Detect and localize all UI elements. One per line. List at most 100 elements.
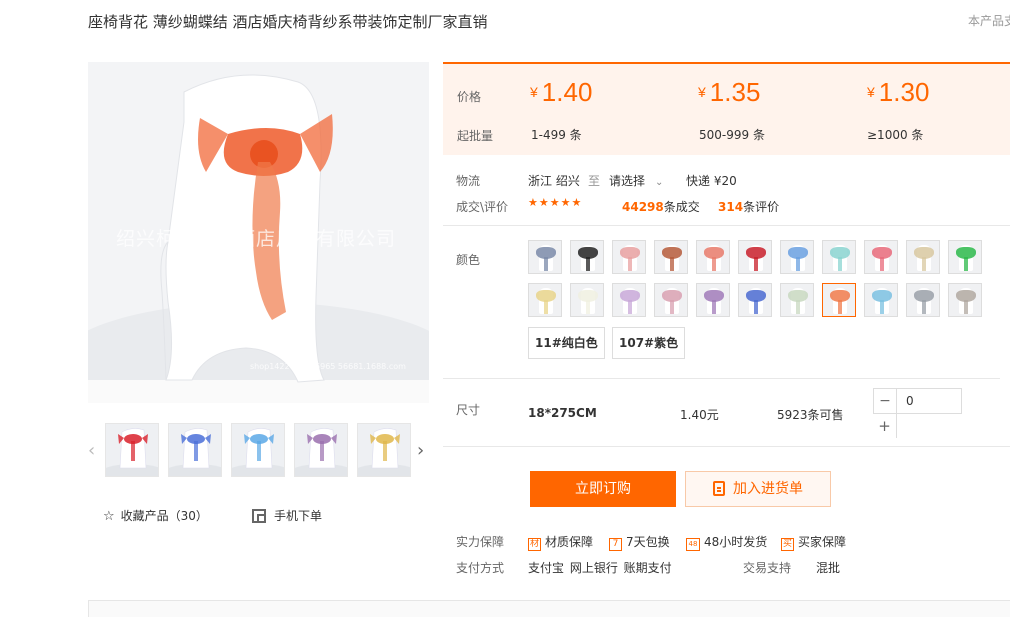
color-swatch[interactable] (864, 240, 898, 274)
color-swatch[interactable] (528, 240, 562, 274)
add-to-cart-label: 加入进货单 (733, 481, 803, 497)
review-count[interactable]: 314条评价 (718, 198, 779, 215)
rating-stars: ★★★★★ (528, 196, 583, 209)
price-value: 1.30 (878, 77, 930, 107)
size-value: 18*275CM (528, 406, 597, 420)
material-icon: 材 (528, 538, 541, 551)
price-value: 1.40 (541, 77, 593, 107)
guarantee-buyer[interactable]: 买买家保障 (781, 533, 846, 551)
mobile-order-label: 手机下单 (274, 509, 323, 523)
review-count-number: 314 (718, 200, 744, 214)
color-swatch[interactable] (738, 240, 772, 274)
qty-range-2: 500-999 条 (699, 128, 765, 142)
color-option-purple[interactable]: 107#紫色 (612, 327, 686, 359)
color-swatch[interactable] (528, 283, 562, 317)
qrcode-icon (252, 509, 266, 523)
image-watermark: 绍兴柯桥鑫诚酒店用品有限公司 (116, 228, 397, 250)
deal-count[interactable]: 44298条成交 (622, 198, 700, 215)
guarantee-text: 48小时发货 (704, 535, 768, 549)
trade-support-value: 混批 (816, 561, 841, 575)
size-label: 尺寸 (456, 403, 481, 417)
color-swatch[interactable] (654, 240, 688, 274)
star-outline-icon: ☆ (103, 509, 115, 524)
guarantee-7day[interactable]: 7 7天包换 (609, 533, 670, 551)
guarantee-text: 买家保障 (798, 535, 847, 549)
trade-support-label: 交易支持 (743, 561, 792, 575)
currency-symbol: ¥ (867, 84, 875, 100)
buy-now-button[interactable]: 立即订购 (530, 471, 676, 507)
review-count-suffix: 条评价 (743, 200, 780, 214)
add-to-cart-button[interactable]: 加入进货单 (685, 471, 831, 507)
guarantee-label: 实力保障 (456, 535, 505, 549)
color-swatch[interactable] (822, 240, 856, 274)
color-swatch[interactable] (906, 283, 940, 317)
thumb-blue[interactable] (168, 423, 222, 477)
color-swatch[interactable] (906, 240, 940, 274)
color-label: 颜色 (456, 253, 481, 267)
quantity-increase-button[interactable]: + (873, 414, 897, 438)
thumb-red[interactable] (105, 423, 159, 477)
destination-select[interactable]: 请选择 ⌄ (609, 172, 663, 189)
color-swatch[interactable] (654, 283, 688, 317)
mobile-order-link[interactable]: 手机下单 (252, 507, 322, 524)
thumb-purple[interactable] (294, 423, 348, 477)
color-swatch[interactable] (612, 240, 646, 274)
main-product-image[interactable]: 绍兴柯桥鑫诚酒店用品有限公司 shop1422031486965 56681.1… (88, 62, 429, 403)
color-swatch[interactable] (738, 283, 772, 317)
logistics-to: 至 (588, 174, 601, 188)
qty-range-1: 1-499 条 (531, 128, 582, 142)
footer-tab-bar (88, 600, 1010, 617)
color-swatch[interactable] (696, 240, 730, 274)
thumb-gold[interactable] (357, 423, 411, 477)
color-swatch[interactable] (780, 283, 814, 317)
color-swatch[interactable] (780, 240, 814, 274)
product-title: 座椅背花 薄纱蝴蝶结 酒店婚庆椅背纱系带装饰定制厂家直销 (88, 13, 488, 31)
color-swatch[interactable] (570, 240, 604, 274)
logistics-label: 物流 (456, 174, 481, 188)
price-label: 价格 (457, 90, 482, 104)
divider (443, 378, 1000, 379)
title-right-note: 本产品支持 (968, 14, 1010, 28)
color-swatch[interactable] (864, 283, 898, 317)
divider (443, 225, 1010, 226)
size-unit-price: 1.40元 (680, 408, 719, 422)
payment-methods: 支付宝 网上银行 账期支付 (528, 561, 672, 575)
price-box: 价格 起批量 ¥1.40 ¥1.35 ¥1.30 1-499 条 500-999… (443, 62, 1010, 155)
price-tier-1: ¥1.40 (530, 77, 592, 108)
chevron-down-icon: ⌄ (655, 177, 664, 188)
destination-select-label: 请选择 (609, 174, 646, 188)
shipping-48h-icon: 48 (686, 538, 700, 551)
divider (443, 446, 1010, 447)
deals-label: 成交\评价 (456, 200, 509, 214)
thumb-sky[interactable] (231, 423, 285, 477)
clipboard-icon (713, 481, 725, 496)
thumb-prev-arrow-icon[interactable]: ‹ (88, 440, 95, 461)
color-swatch[interactable] (822, 283, 856, 317)
currency-symbol: ¥ (530, 84, 538, 100)
deal-count-number: 44298 (622, 200, 664, 214)
deal-count-suffix: 条成交 (663, 200, 700, 214)
color-swatch[interactable] (612, 283, 646, 317)
guarantee-text: 7天包换 (626, 535, 670, 549)
currency-symbol: ¥ (698, 84, 706, 100)
price-tier-3: ¥1.30 (867, 77, 929, 108)
color-swatch[interactable] (570, 283, 604, 317)
size-stock: 5923条可售 (777, 408, 844, 422)
color-swatch[interactable] (948, 240, 982, 274)
quantity-decrease-button[interactable]: − (873, 388, 897, 414)
color-option-white[interactable]: 11#纯白色 (528, 327, 605, 359)
min-order-label: 起批量 (457, 129, 494, 143)
favorite-link[interactable]: ☆ 收藏产品（30） (103, 507, 208, 524)
guarantee-48h[interactable]: 48 48小时发货 (686, 533, 767, 551)
buyer-protection-icon: 买 (781, 538, 794, 551)
guarantee-text: 材质保障 (545, 535, 594, 549)
color-swatch[interactable] (696, 283, 730, 317)
logistics-from: 浙江 绍兴 (528, 174, 580, 188)
thumb-next-arrow-icon[interactable]: › (417, 440, 424, 461)
quantity-input[interactable]: 0 (896, 388, 962, 414)
color-swatch[interactable] (948, 283, 982, 317)
qty-range-3: ≥1000 条 (867, 128, 924, 142)
seven-day-icon: 7 (609, 538, 622, 551)
shop-mark: shop1422031486965 56681.1688.com (250, 362, 406, 371)
guarantee-material[interactable]: 材材质保障 (528, 533, 593, 551)
